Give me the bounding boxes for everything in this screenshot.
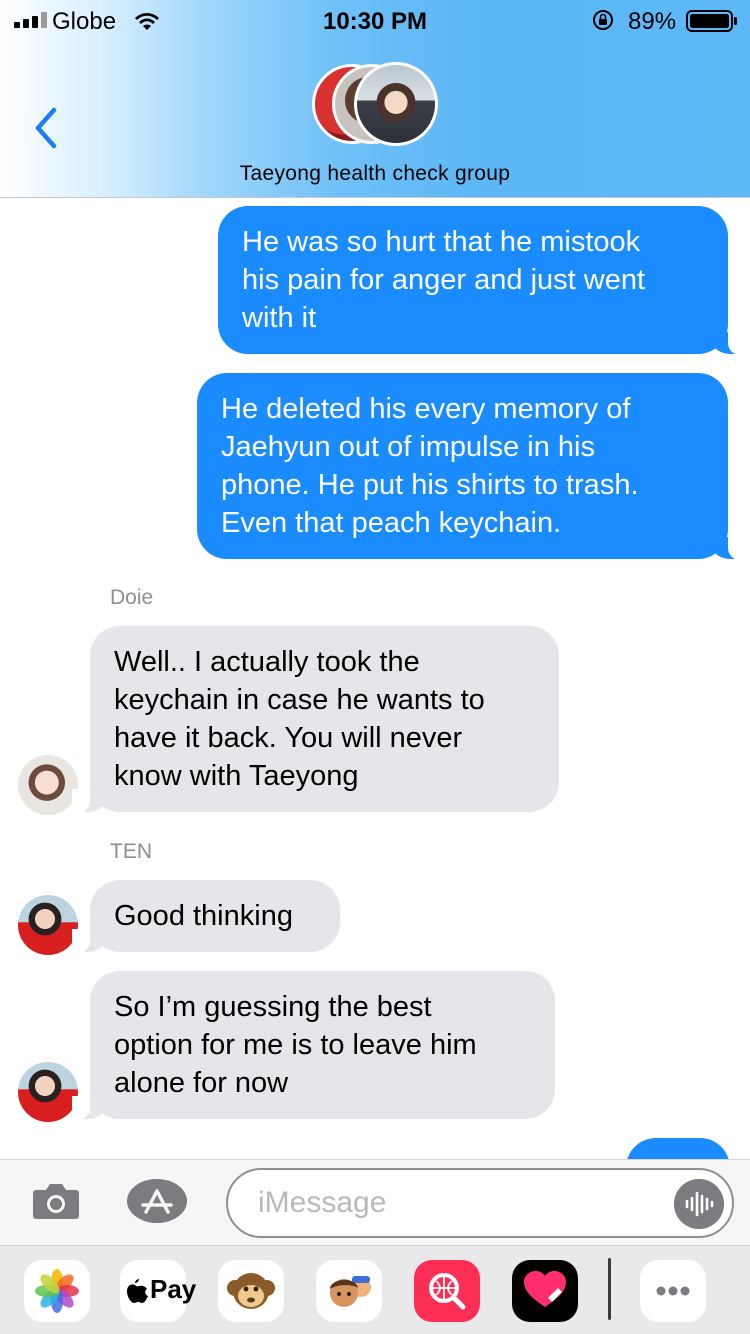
status-bar: Globe 10:30 PM 89%	[0, 0, 750, 40]
photos-app-button[interactable]	[24, 1260, 90, 1322]
sender-avatar[interactable]	[18, 1062, 78, 1122]
more-icon	[656, 1286, 690, 1296]
back-chevron-icon[interactable]	[30, 106, 60, 150]
message-text-line: with it	[242, 302, 317, 334]
outgoing-message-bubble[interactable]: He deleted his every memory of Jaehyun o…	[197, 373, 746, 560]
animoji-app-button[interactable]	[218, 1260, 284, 1322]
camera-icon[interactable]	[32, 1180, 80, 1220]
image-search-app-button[interactable]	[414, 1260, 480, 1322]
orientation-lock-icon	[593, 10, 613, 30]
group-member-avatar	[354, 62, 438, 146]
outgoing-message-bubble[interactable]: He was so hurt that he mistook his pain …	[218, 206, 746, 355]
message-text-line: Even that peach keychain.	[221, 507, 562, 539]
incoming-message-bubble[interactable]: Well.. I actually took the keychain in c…	[72, 626, 559, 813]
message-text-line: alone for now	[114, 1067, 289, 1099]
sender-avatar[interactable]	[18, 895, 78, 955]
sender-avatar[interactable]	[18, 755, 78, 815]
message-list[interactable]: He was so hurt that he mistook his pain …	[0, 199, 750, 1159]
message-input[interactable]: iMessage	[226, 1168, 734, 1238]
digital-touch-icon	[524, 1271, 566, 1307]
apple-pay-button[interactable]: Pay	[120, 1260, 196, 1322]
voice-waveform-icon[interactable]	[674, 1179, 724, 1229]
incoming-message-bubble[interactable]: So I’m guessing the best option for me i…	[72, 971, 555, 1120]
photos-icon	[35, 1269, 79, 1313]
battery-icon	[686, 10, 737, 32]
digital-touch-app-button[interactable]	[512, 1260, 578, 1322]
sender-name: TEN	[110, 840, 152, 863]
message-text-line: Well.. I actually took the	[114, 646, 420, 678]
message-text-line: Jaehyun out of impulse in his	[221, 431, 595, 463]
app-drawer: Pay	[0, 1245, 750, 1334]
sender-name: Doie	[110, 586, 154, 609]
message-text-line: have it back. You will never	[114, 722, 463, 754]
message-text-line: option for me is to leave him	[114, 1029, 477, 1061]
message-text-line: phone. He put his shirts to trash.	[221, 469, 639, 501]
apple-pay-label: Pay	[150, 1274, 197, 1304]
message-text-line: He deleted his every memory of	[221, 393, 631, 425]
incoming-message-bubble[interactable]: Good thinking	[72, 880, 340, 953]
message-text-line: Good thinking	[114, 900, 293, 932]
message-input-placeholder: iMessage	[258, 1186, 387, 1219]
apple-pay-icon	[127, 1279, 148, 1303]
message-text-line: So I’m guessing the best	[114, 991, 432, 1023]
animoji-icon	[227, 1273, 275, 1309]
battery-percentage: 89%	[628, 8, 677, 35]
compose-bar: iMessage	[0, 1159, 750, 1245]
app-drawer-divider	[608, 1258, 611, 1320]
message-text-line: keychain in case he wants to	[114, 684, 485, 716]
message-text-line: He was so hurt that he mistook	[242, 226, 641, 258]
group-avatars[interactable]	[312, 62, 438, 146]
search-images-icon	[429, 1273, 466, 1310]
message-text-line: his pain for anger and just went	[242, 264, 646, 296]
app-store-icon[interactable]	[126, 1178, 188, 1224]
conversation-header: Globe 10:30 PM 89% Taeyong health check …	[0, 0, 750, 198]
message-text-line: know with Taeyong	[114, 760, 359, 792]
outgoing-message-bubble[interactable]	[626, 1138, 730, 1159]
memoji-icon	[330, 1276, 371, 1307]
group-title[interactable]: Taeyong health check group	[0, 162, 750, 186]
memoji-app-button[interactable]	[316, 1260, 382, 1322]
more-apps-button[interactable]	[640, 1260, 706, 1322]
